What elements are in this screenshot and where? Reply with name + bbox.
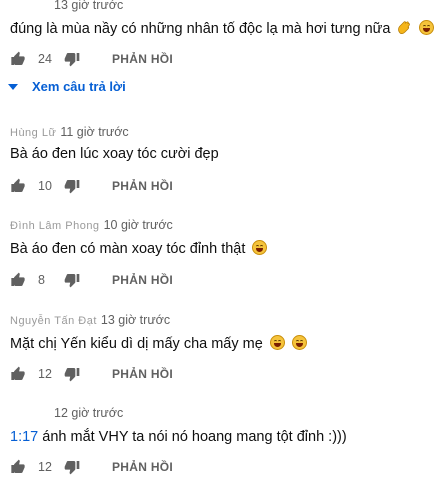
comment-body: Mặt chị Yến kiểu dì dị mấy cha mấy mẹ: [10, 336, 263, 352]
thumbs-down-icon[interactable]: [64, 459, 80, 475]
reply-button[interactable]: PHẢN HỒI: [112, 367, 173, 381]
comment-body: Bà áo đen có màn xoay tóc đỉnh thật: [10, 241, 246, 257]
comment-actions: 12 PHẢN HỒI: [10, 365, 173, 383]
grinning-face-emoji: [291, 335, 307, 350]
comment-author[interactable]: Nguyễn Tấn Đạt: [10, 315, 97, 327]
comment-actions: 24 PHẢN HỒI: [10, 50, 173, 68]
comment-text: 1:17 ánh mắt VHY ta nói nó hoang mang tộ…: [10, 429, 347, 445]
reply-button[interactable]: PHẢN HỒI: [112, 273, 173, 287]
thumbs-up-icon[interactable]: [10, 272, 26, 288]
clapping-hands-emoji: [398, 21, 411, 35]
reply-button[interactable]: PHẢN HỒI: [112, 52, 173, 66]
comment-actions: 12 PHẢN HỒI: [10, 458, 173, 476]
comment-time[interactable]: 11 giờ trước: [60, 125, 128, 139]
like-count: 8: [38, 273, 45, 287]
comment-time[interactable]: 13 giờ trước: [54, 0, 123, 12]
thumbs-up-icon[interactable]: [10, 51, 26, 67]
view-replies-button[interactable]: Xem câu trả lời: [8, 79, 126, 94]
comment-author[interactable]: Đình Lâm Phong: [10, 220, 100, 232]
thumbs-up-icon[interactable]: [10, 366, 26, 382]
comment-meta: Nguyễn Tấn Đạt 13 giờ trước: [10, 313, 170, 327]
comment-meta: 12 giờ trước: [10, 406, 123, 420]
comment-body: Bà áo đen lúc xoay tóc cười đẹp: [10, 146, 219, 162]
reply-button[interactable]: PHẢN HỒI: [112, 179, 173, 193]
comment-meta: 13 giờ trước: [10, 0, 123, 12]
comment-meta: Hùng Lữ 11 giờ trước: [10, 125, 129, 139]
comment-author[interactable]: Hùng Lữ: [10, 127, 56, 139]
comment-body: ánh mắt VHY ta nói nó hoang mang tột đỉn…: [42, 429, 347, 445]
grinning-face-emoji: [269, 335, 285, 350]
thumbs-down-icon[interactable]: [64, 51, 80, 67]
comment-actions: 8 PHẢN HỒI: [10, 271, 173, 289]
thumbs-down-icon[interactable]: [64, 366, 80, 382]
thumbs-down-icon[interactable]: [64, 272, 80, 288]
comment-time[interactable]: 13 giờ trước: [101, 313, 170, 327]
view-replies-label: Xem câu trả lời: [32, 79, 126, 94]
comment-text: Bà áo đen lúc xoay tóc cười đẹp: [10, 146, 219, 162]
like-count: 12: [38, 460, 52, 474]
grinning-face-emoji: [252, 240, 268, 255]
comment-actions: 10 PHẢN HỒI: [10, 177, 173, 195]
chevron-down-icon: [8, 83, 18, 90]
comment-text: Bà áo đen có màn xoay tóc đỉnh thật: [10, 240, 268, 257]
like-count: 10: [38, 179, 52, 193]
thumbs-up-icon[interactable]: [10, 178, 26, 194]
comment-body: đúng là mùa nầy có những nhân tố độc lạ …: [10, 21, 391, 37]
thumbs-down-icon[interactable]: [64, 178, 80, 194]
like-count: 24: [38, 52, 52, 66]
comment-text: đúng là mùa nầy có những nhân tố độc lạ …: [10, 20, 436, 37]
thumbs-up-icon[interactable]: [10, 459, 26, 475]
grinning-face-emoji: [418, 20, 434, 35]
like-count: 12: [38, 367, 52, 381]
comment-time[interactable]: 12 giờ trước: [54, 406, 123, 420]
comment-meta: Đình Lâm Phong 10 giờ trước: [10, 218, 173, 232]
reply-button[interactable]: PHẢN HỒI: [112, 460, 173, 474]
timestamp-link[interactable]: 1:17: [10, 429, 38, 445]
comment-text: Mặt chị Yến kiểu dì dị mấy cha mấy mẹ: [10, 335, 307, 352]
comment-time[interactable]: 10 giờ trước: [104, 218, 173, 232]
